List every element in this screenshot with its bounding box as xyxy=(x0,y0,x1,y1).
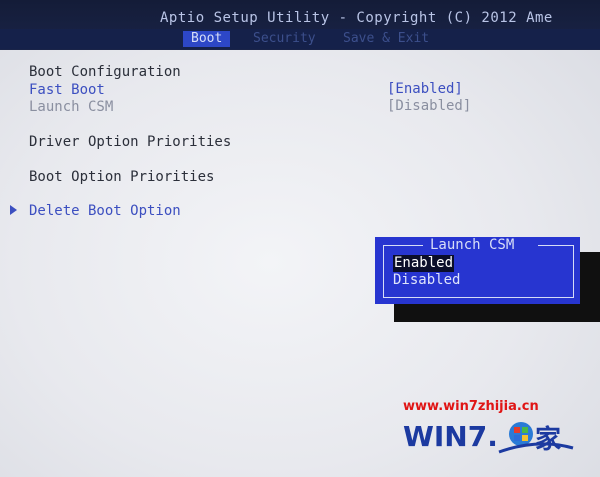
driver-option-priorities[interactable]: Driver Option Priorities xyxy=(29,134,231,150)
utility-title: Aptio Setup Utility - Copyright (C) 2012… xyxy=(160,10,553,26)
tab-security[interactable]: Security xyxy=(253,31,316,47)
watermark-logo-text: WIN7. xyxy=(403,420,498,453)
popup-frame-top-right xyxy=(538,245,573,246)
popup-option-enabled[interactable]: Enabled xyxy=(393,255,455,272)
watermark-logo-char: 家 xyxy=(535,424,561,455)
fast-boot-value[interactable]: [Enabled] xyxy=(387,81,463,97)
tab-boot[interactable]: Boot xyxy=(183,31,231,47)
section-title: Boot Configuration xyxy=(29,64,181,80)
delete-boot-option[interactable]: Delete Boot Option xyxy=(29,203,181,219)
submenu-arrow-icon xyxy=(10,205,17,215)
popup-title: Launch CSM xyxy=(430,237,515,253)
launch-csm-value[interactable]: [Disabled] xyxy=(387,98,471,114)
bios-screen: Aptio Setup Utility - Copyright (C) 2012… xyxy=(0,0,600,477)
popup-option-disabled[interactable]: Disabled xyxy=(393,272,460,289)
tab-save-exit[interactable]: Save & Exit xyxy=(343,31,429,47)
fast-boot-label[interactable]: Fast Boot xyxy=(29,82,105,98)
popup-frame-top-left xyxy=(383,245,423,246)
watermark-logo: WIN7. 家 xyxy=(403,420,574,455)
launch-csm-label[interactable]: Launch CSM xyxy=(29,99,113,115)
watermark-url: www.win7zhijia.cn xyxy=(403,399,539,414)
boot-option-priorities[interactable]: Boot Option Priorities xyxy=(29,169,214,185)
